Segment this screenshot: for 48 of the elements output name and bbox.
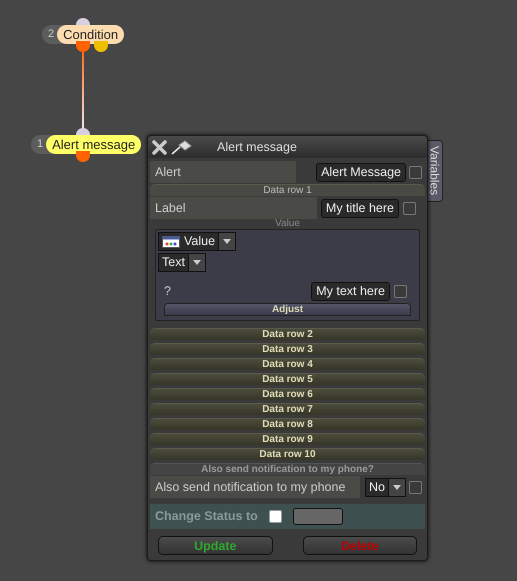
- field-label: Alert: [150, 161, 296, 183]
- checkbox[interactable]: [394, 284, 407, 298]
- flow-node[interactable]: 2 Condition: [42, 25, 124, 44]
- card-icon: [162, 236, 180, 248]
- dropdown[interactable]: No: [365, 478, 406, 496]
- port-icon[interactable]: [94, 41, 108, 52]
- checkbox[interactable]: [403, 202, 416, 214]
- node-number: 2: [47, 27, 56, 42]
- caret-icon: [218, 233, 236, 250]
- status-label: Change Status to: [155, 508, 258, 526]
- dropdown[interactable]: Value: [158, 232, 236, 251]
- section-header[interactable]: Data row 7: [150, 403, 425, 415]
- flow-node[interactable]: 1 Alert message: [31, 135, 142, 154]
- field-label: ?: [163, 282, 172, 300]
- section-header[interactable]: Data row 3: [150, 343, 425, 355]
- port-icon[interactable]: [76, 41, 90, 52]
- close-icon[interactable]: [152, 140, 167, 154]
- window-title: Alert message: [217, 138, 297, 156]
- caret-icon: [188, 254, 205, 271]
- node-label: Condition: [57, 25, 124, 44]
- text-field[interactable]: Alert Message: [316, 162, 406, 182]
- section-label: Value: [275, 219, 300, 228]
- section-header[interactable]: Data row 8: [150, 418, 425, 430]
- port-icon[interactable]: [76, 128, 90, 135]
- adjust-button[interactable]: Adjust: [164, 303, 411, 316]
- checkbox[interactable]: [409, 480, 422, 494]
- section-header[interactable]: Data row 6: [150, 388, 425, 400]
- status-field[interactable]: [292, 508, 343, 525]
- section-header: Also send notification to my phone?: [150, 463, 425, 475]
- node-label: Alert message: [46, 135, 142, 154]
- caret-icon: [388, 478, 405, 496]
- pin-icon[interactable]: [171, 139, 193, 155]
- text-field[interactable]: My text here: [311, 282, 390, 300]
- dropdown[interactable]: Text: [158, 253, 206, 272]
- field-label: Also send notification to my phone: [150, 476, 360, 498]
- section-header[interactable]: Data row 4: [150, 358, 425, 370]
- section-header[interactable]: Data row 10: [150, 448, 425, 460]
- section-header[interactable]: Data row 2: [150, 328, 425, 340]
- node-number: 1: [36, 137, 44, 152]
- port-icon[interactable]: [76, 151, 90, 162]
- text-field[interactable]: My title here: [320, 198, 399, 218]
- section-header[interactable]: Data row 9: [150, 433, 425, 445]
- section-header[interactable]: Data row 1: [150, 184, 425, 196]
- checkbox[interactable]: [268, 510, 282, 523]
- field-label: Label: [150, 197, 317, 219]
- checkbox[interactable]: [409, 166, 422, 178]
- port-icon[interactable]: [76, 18, 90, 25]
- section-header[interactable]: Data row 5: [150, 373, 425, 385]
